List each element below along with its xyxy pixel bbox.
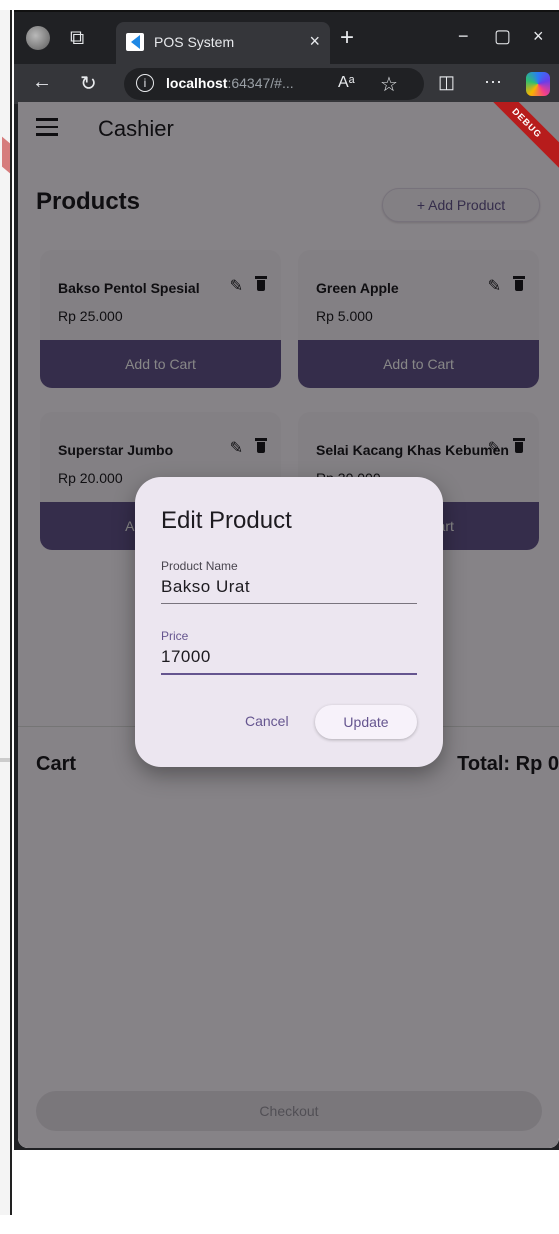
price-label: Price: [161, 629, 189, 643]
tab-actions-icon[interactable]: ⧉: [70, 25, 84, 49]
address-bar[interactable]: i localhost:64347/#... Aᵃ ☆: [124, 68, 424, 100]
more-options-icon[interactable]: ⋯: [484, 72, 502, 93]
browser-toolbar: ← ↻ i localhost:64347/#... Aᵃ ☆ ◫ ⋯: [14, 64, 559, 104]
dialog-title: Edit Product: [161, 507, 292, 534]
profile-avatar[interactable]: [26, 26, 50, 50]
flutter-favicon-icon: [126, 33, 144, 51]
price-input[interactable]: 17000: [161, 647, 417, 673]
new-tab-icon[interactable]: +: [340, 24, 354, 52]
product-name-label: Product Name: [161, 559, 238, 573]
tab-pos-system[interactable]: POS System ×: [116, 22, 330, 64]
cancel-button[interactable]: Cancel: [245, 713, 289, 729]
background-debug-ribbon: [2, 136, 10, 174]
tab-title: POS System: [154, 34, 235, 50]
copilot-icon[interactable]: [526, 72, 550, 96]
tab-strip: ⧉ POS System × + − ▢ ×: [14, 12, 559, 64]
split-screen-icon[interactable]: ◫: [438, 72, 455, 93]
refresh-icon[interactable]: ↻: [80, 71, 97, 96]
back-icon[interactable]: ←: [32, 71, 52, 94]
update-button[interactable]: Update: [315, 705, 417, 739]
window-close-icon[interactable]: ×: [533, 26, 544, 47]
favorite-star-icon[interactable]: ☆: [380, 72, 398, 97]
background-window-edge: [0, 10, 12, 1215]
product-name-field[interactable]: Product Name Bakso Urat: [161, 559, 417, 604]
screen: ⧉ POS System × + − ▢ × ← ↻ i localhost:6…: [0, 0, 559, 1234]
url-text: localhost:64347/#...: [166, 75, 294, 91]
price-field[interactable]: Price 17000: [161, 629, 417, 675]
background-divider: [0, 758, 10, 762]
edit-product-dialog: Edit Product Product Name Bakso Urat Pri…: [135, 477, 443, 767]
flutter-app: Cashier DEBUG Products + Add Product Bak…: [18, 102, 559, 1148]
minimize-icon[interactable]: −: [458, 26, 469, 47]
read-aloud-icon[interactable]: Aᵃ: [338, 74, 355, 92]
site-info-icon[interactable]: i: [136, 74, 154, 92]
maximize-icon[interactable]: ▢: [494, 26, 511, 47]
tab-close-icon[interactable]: ×: [309, 31, 320, 52]
product-name-input[interactable]: Bakso Urat: [161, 577, 417, 603]
